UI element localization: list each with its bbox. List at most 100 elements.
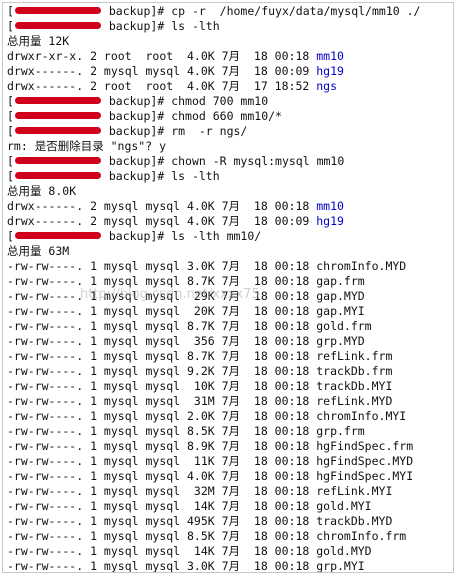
- file-name: gap.MYD: [316, 289, 365, 303]
- terminal-window[interactable]: [ backup]# cp -r /home/fuyx/data/mysql/m…: [2, 2, 454, 573]
- listing-meta: -rw-rw----. 1 mysql mysql 8.9K 7月 18 00:…: [7, 439, 317, 453]
- listing-row: drwx------. 2 mysql mysql 4.0K 7月 18 00:…: [7, 199, 453, 214]
- listing-row: -rw-rw----. 1 mysql mysql 8.7K 7月 18 00:…: [7, 274, 453, 289]
- command-text: ls -lth mm10/: [171, 229, 262, 243]
- command-text: ls -lth: [171, 19, 220, 33]
- file-name: gold.MYI: [316, 499, 372, 513]
- listing-meta: -rw-rw----. 1 mysql mysql 20K 7月 18 00:1…: [7, 304, 317, 318]
- file-name: chromInfo.MYI: [316, 409, 407, 423]
- listing-row: -rw-rw----. 1 mysql mysql 8.7K 7月 18 00:…: [7, 319, 453, 334]
- command-text: chmod 700 mm10: [171, 94, 269, 108]
- listing-row: -rw-rw----. 1 mysql mysql 3.0K 7月 18 00:…: [7, 259, 453, 274]
- listing-meta: drwx------. 2 mysql mysql 4.0K 7月 18 00:…: [7, 199, 317, 213]
- listing-row: -rw-rw----. 1 mysql mysql 20K 7月 18 00:1…: [7, 304, 453, 319]
- redacted-user-host: [14, 232, 101, 239]
- listing-row: -rw-rw----. 1 mysql mysql 3.0K 7月 18 00:…: [7, 559, 453, 573]
- redacted-user-host: [14, 112, 101, 119]
- listing-meta: drwxr-xr-x. 2 root root 4.0K 7月 18 00:18: [7, 49, 317, 63]
- listing-meta: -rw-rw----. 1 mysql mysql 356 7月 18 00:1…: [7, 334, 317, 348]
- listing-row: -rw-rw----. 1 mysql mysql 10K 7月 18 00:1…: [7, 379, 453, 394]
- prompt-cwd: backup]#: [101, 19, 172, 33]
- file-name: hgFindSpec.frm: [316, 439, 414, 453]
- listing-row: -rw-rw----. 1 mysql mysql 11K 7月 18 00:1…: [7, 454, 453, 469]
- listing-meta: -rw-rw----. 1 mysql mysql 31M 7月 18 00:1…: [7, 394, 317, 408]
- redacted-user-host: [14, 22, 101, 29]
- directory-name: hg19: [316, 64, 344, 78]
- listing-meta: -rw-rw----. 1 mysql mysql 8.7K 7月 18 00:…: [7, 274, 317, 288]
- listing-meta: drwx------. 2 mysql mysql 4.0K 7月 18 00:…: [7, 214, 317, 228]
- file-name: gold.frm: [316, 319, 372, 333]
- output-text-content: 总用量 63M: [7, 244, 70, 258]
- listing-row: -rw-rw----. 1 mysql mysql 356 7月 18 00:1…: [7, 334, 453, 349]
- prompt-line: [ backup]# chmod 700 mm10: [7, 94, 453, 109]
- prompt-line: [ backup]# cp -r /home/fuyx/data/mysql/m…: [7, 4, 453, 19]
- output-text-content: 总用量 12K: [7, 34, 70, 48]
- prompt-bracket: [: [7, 19, 14, 33]
- directory-name: hg19: [316, 214, 344, 228]
- listing-meta: -rw-rw----. 1 mysql mysql 8.7K 7月 18 00:…: [7, 319, 317, 333]
- command-text: cp -r /home/fuyx/data/mysql/mm10 ./: [171, 4, 421, 18]
- redacted-user-host: [14, 127, 101, 134]
- prompt-cwd: backup]#: [101, 124, 172, 138]
- prompt-cwd: backup]#: [101, 229, 172, 243]
- listing-row: -rw-rw----. 1 mysql mysql 14K 7月 18 00:1…: [7, 499, 453, 514]
- file-name: grp.MYD: [316, 334, 365, 348]
- listing-meta: -rw-rw----. 1 mysql mysql 8.7K 7月 18 00:…: [7, 349, 317, 363]
- prompt-line: [ backup]# ls -lth: [7, 19, 453, 34]
- listing-row: -rw-rw----. 1 mysql mysql 32M 7月 18 00:1…: [7, 484, 453, 499]
- prompt-cwd: backup]#: [101, 94, 172, 108]
- file-name: gold.MYD: [316, 544, 372, 558]
- output-text: 总用量 8.0K: [7, 184, 453, 199]
- listing-row: -rw-rw----. 1 mysql mysql 29K 7月 18 00:1…: [7, 289, 453, 304]
- directory-name: mm10: [316, 199, 344, 213]
- prompt-line: [ backup]# ls -lth: [7, 169, 453, 184]
- listing-meta: -rw-rw----. 1 mysql mysql 3.0K 7月 18 00:…: [7, 559, 317, 573]
- listing-meta: -rw-rw----. 1 mysql mysql 11K 7月 18 00:1…: [7, 454, 317, 468]
- listing-meta: -rw-rw----. 1 mysql mysql 4.0K 7月 18 00:…: [7, 469, 317, 483]
- command-text: rm -r ngs/: [171, 124, 248, 138]
- listing-row: -rw-rw----. 1 mysql mysql 2.0K 7月 18 00:…: [7, 409, 453, 424]
- listing-row: drwx------. 2 mysql mysql 4.0K 7月 18 00:…: [7, 64, 453, 79]
- file-name: chromInfo.frm: [316, 529, 407, 543]
- listing-row: -rw-rw----. 1 mysql mysql 4.0K 7月 18 00:…: [7, 469, 453, 484]
- prompt-bracket: [: [7, 154, 14, 168]
- prompt-line: [ backup]# ls -lth mm10/: [7, 229, 453, 244]
- file-name: refLink.frm: [316, 349, 393, 363]
- file-name: trackDb.frm: [316, 364, 393, 378]
- listing-meta: -rw-rw----. 1 mysql mysql 8.5K 7月 18 00:…: [7, 529, 317, 543]
- redacted-user-host: [14, 172, 101, 179]
- listing-meta: drwx------. 2 mysql mysql 4.0K 7月 18 00:…: [7, 64, 317, 78]
- listing-meta: -rw-rw----. 1 mysql mysql 29K 7月 18 00:1…: [7, 289, 317, 303]
- file-name: gap.MYI: [316, 304, 365, 318]
- listing-meta: -rw-rw----. 1 mysql mysql 3.0K 7月 18 00:…: [7, 259, 317, 273]
- redacted-user-host: [14, 97, 101, 104]
- command-text: chown -R mysql:mysql mm10: [171, 154, 345, 168]
- prompt-bracket: [: [7, 94, 14, 108]
- listing-meta: -rw-rw----. 1 mysql mysql 14K 7月 18 00:1…: [7, 544, 317, 558]
- listing-meta: -rw-rw----. 1 mysql mysql 14K 7月 18 00:1…: [7, 499, 317, 513]
- listing-row: -rw-rw----. 1 mysql mysql 8.9K 7月 18 00:…: [7, 439, 453, 454]
- command-text: ls -lth: [171, 169, 220, 183]
- listing-row: -rw-rw----. 1 mysql mysql 495K 7月 18 00:…: [7, 514, 453, 529]
- file-name: grp.MYI: [316, 559, 365, 573]
- listing-meta: -rw-rw----. 1 mysql mysql 8.5K 7月 18 00:…: [7, 424, 317, 438]
- prompt-line: [ backup]# chmod 660 mm10/*: [7, 109, 453, 124]
- listing-row: -rw-rw----. 1 mysql mysql 8.5K 7月 18 00:…: [7, 424, 453, 439]
- listing-row: drwx------. 2 root root 4.0K 7月 17 18:52…: [7, 79, 453, 94]
- listing-row: drwx------. 2 mysql mysql 4.0K 7月 18 00:…: [7, 214, 453, 229]
- listing-meta: -rw-rw----. 1 mysql mysql 10K 7月 18 00:1…: [7, 379, 317, 393]
- listing-row: -rw-rw----. 1 mysql mysql 8.5K 7月 18 00:…: [7, 529, 453, 544]
- file-name: trackDb.MYD: [316, 514, 393, 528]
- prompt-cwd: backup]#: [101, 154, 172, 168]
- prompt-cwd: backup]#: [101, 169, 172, 183]
- prompt-cwd: backup]#: [101, 4, 172, 18]
- output-text: 总用量 63M: [7, 244, 453, 259]
- listing-meta: -rw-rw----. 1 mysql mysql 495K 7月 18 00:…: [7, 514, 317, 528]
- prompt-line: [ backup]# rm -r ngs/: [7, 124, 453, 139]
- listing-row: -rw-rw----. 1 mysql mysql 9.2K 7月 18 00:…: [7, 364, 453, 379]
- file-name: hgFindSpec.MYD: [316, 454, 414, 468]
- redacted-user-host: [14, 157, 101, 164]
- prompt-line: [ backup]# chown -R mysql:mysql mm10: [7, 154, 453, 169]
- file-name: refLink.MYD: [316, 394, 393, 408]
- prompt-bracket: [: [7, 229, 14, 243]
